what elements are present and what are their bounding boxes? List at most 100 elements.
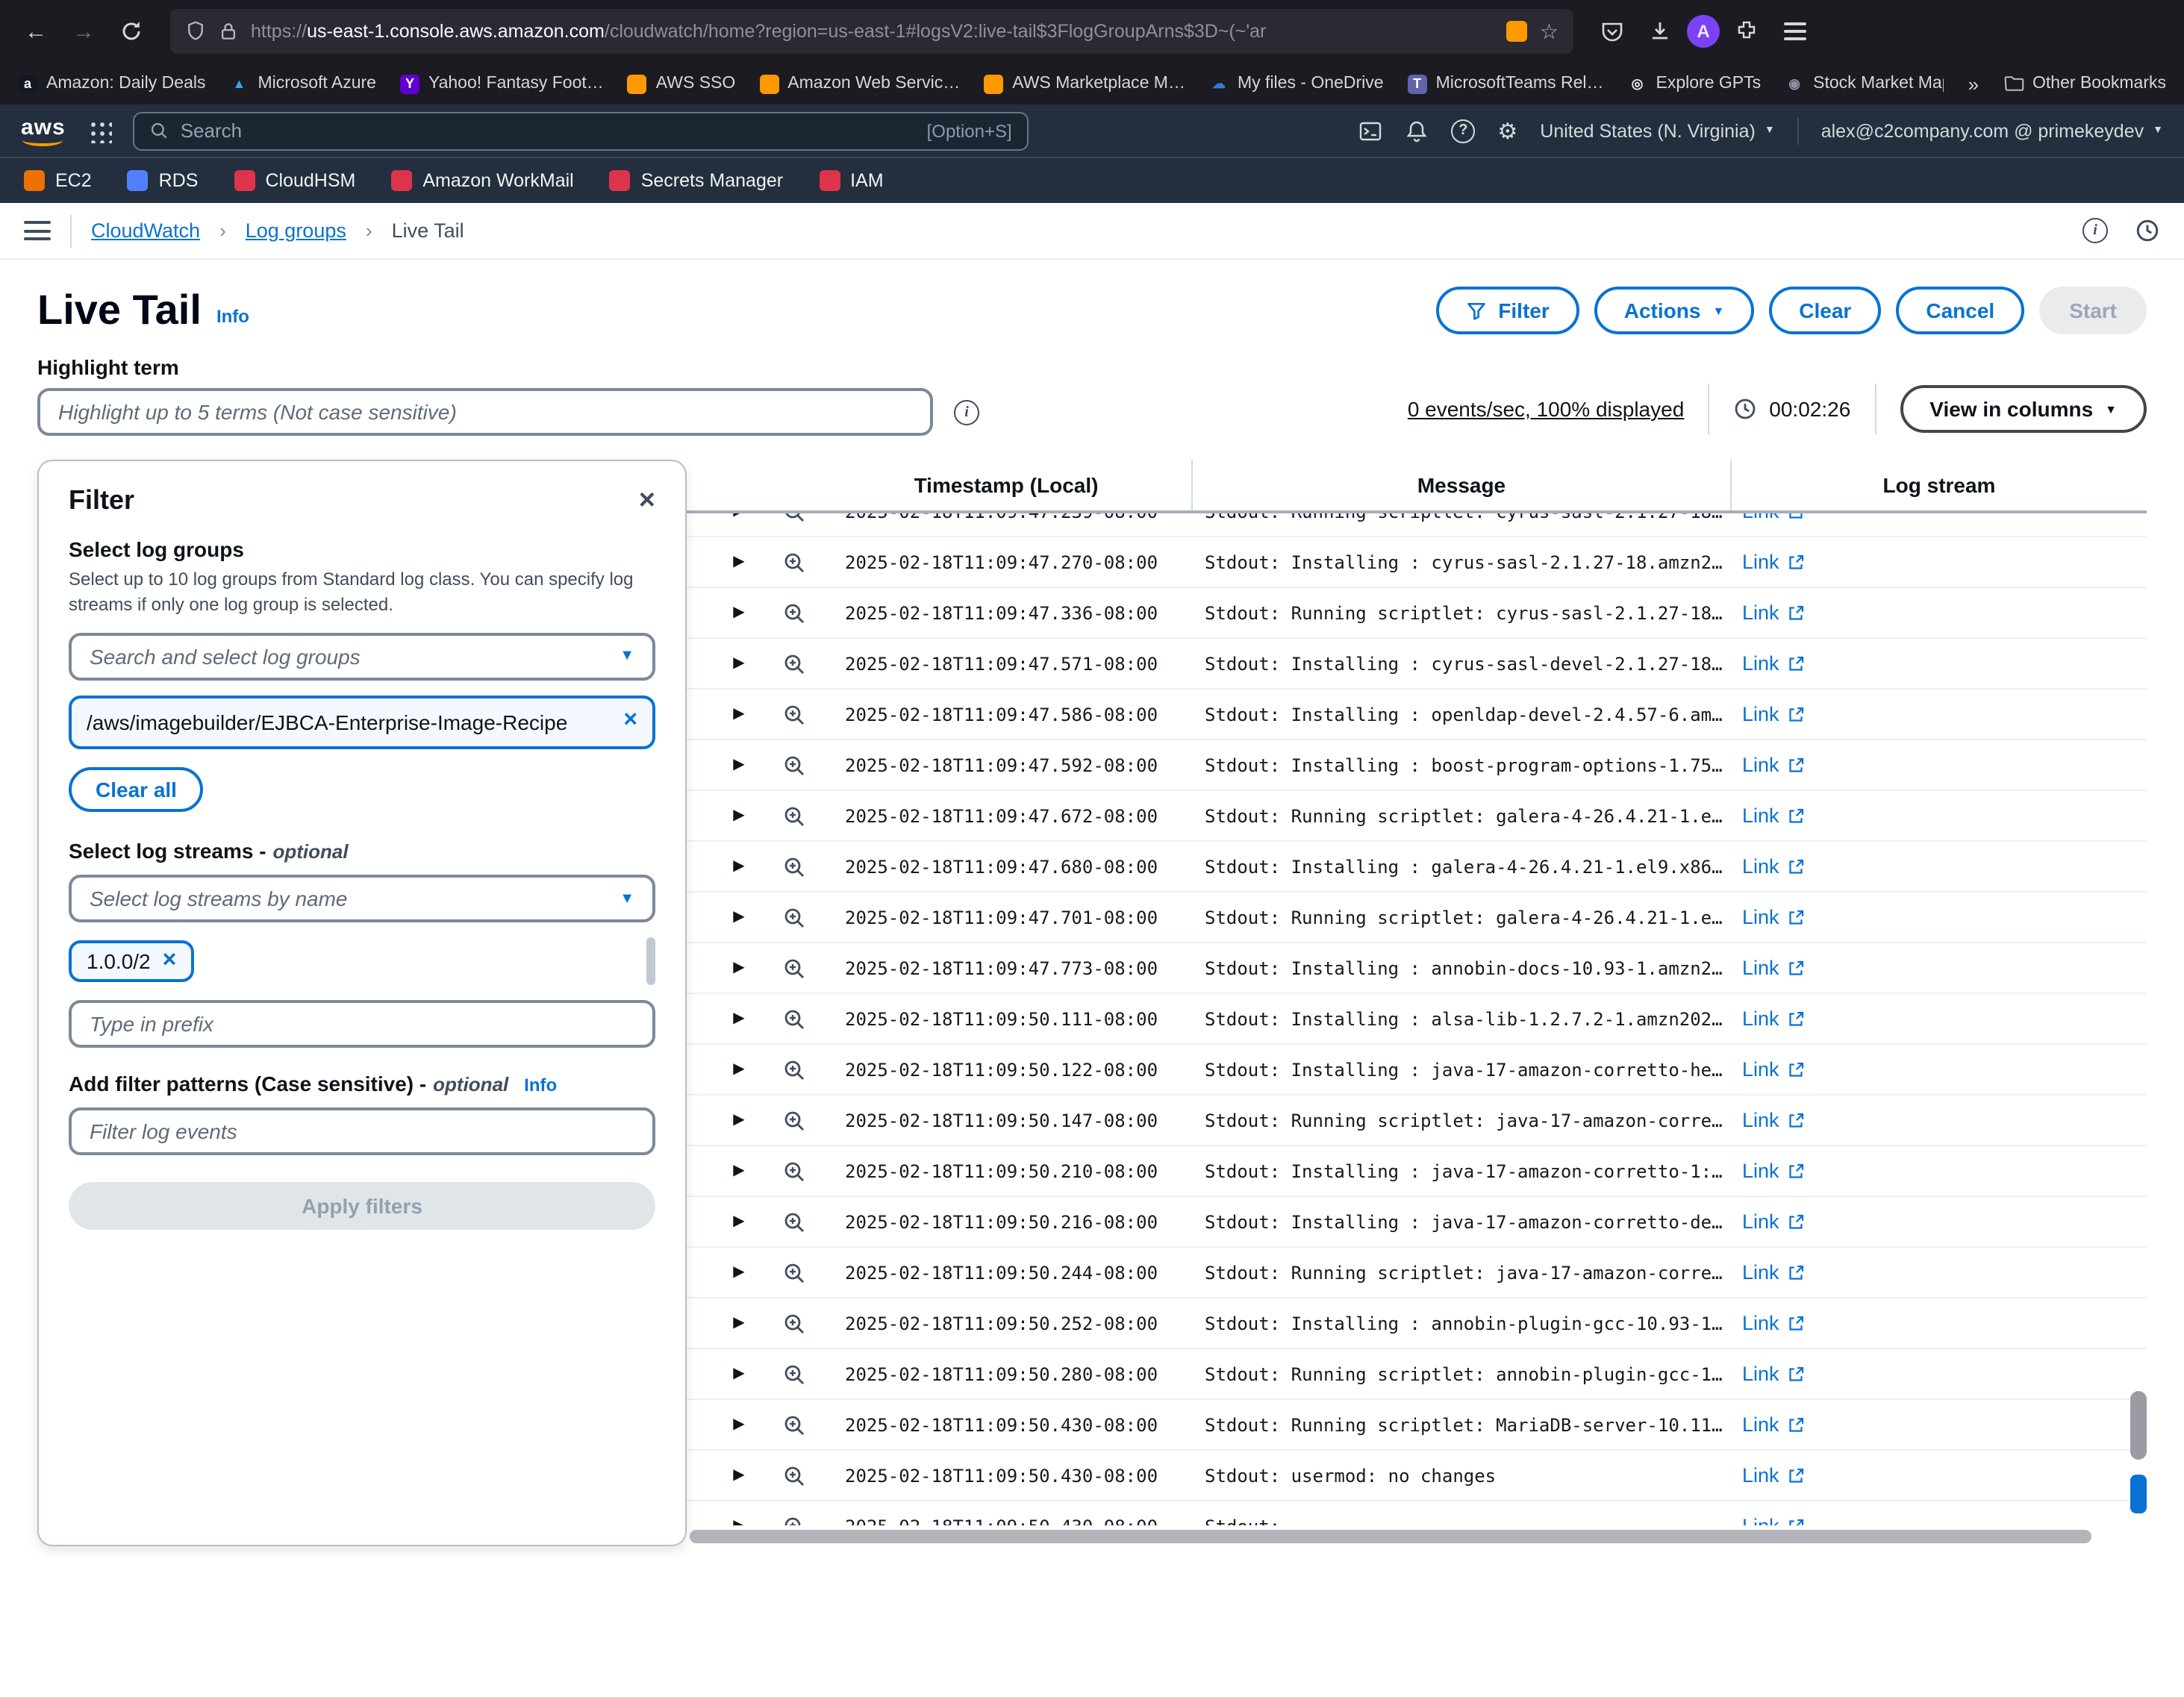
log-stream-link[interactable]: Link [1730,551,2147,573]
breadcrumb-cloudwatch[interactable]: CloudWatch [91,219,200,242]
expand-row-icon[interactable]: ▶ [733,1061,744,1078]
inspect-event-icon[interactable] [782,956,806,980]
bookmark-item[interactable]: ◎ Explore GPTs [1628,74,1762,93]
stream-prefix-input[interactable]: Type in prefix [69,1001,655,1048]
log-stream-link[interactable]: Link [1730,906,2147,928]
expand-row-icon[interactable]: ▶ [733,1213,744,1230]
log-stream-link[interactable]: Link [1730,703,2147,725]
expand-row-icon[interactable]: ▶ [733,960,744,976]
forward-button[interactable]: → [63,10,104,52]
log-stream-link[interactable]: Link [1730,804,2147,827]
notifications-bell-icon[interactable] [1405,119,1429,143]
inspect-event-icon[interactable] [782,1057,806,1081]
pocket-icon[interactable] [1591,10,1633,52]
timezone-clock-icon[interactable] [2135,218,2160,243]
expand-row-icon[interactable]: ▶ [733,1112,744,1128]
expand-row-icon[interactable]: ▶ [733,604,744,621]
remove-log-group-icon[interactable]: × [623,708,637,732]
inspect-event-icon[interactable] [782,513,806,523]
cancel-button[interactable]: Cancel [1896,287,2024,334]
services-grid-icon[interactable] [87,118,112,143]
favorites-item[interactable]: RDS [128,170,199,191]
filter-button[interactable]: Filter [1435,287,1579,334]
inspect-event-icon[interactable] [782,1413,806,1437]
scroll-to-latest-button[interactable] [2130,1475,2147,1513]
expand-row-icon[interactable]: ▶ [733,1366,744,1382]
log-stream-link[interactable]: Link [1730,1363,2147,1385]
help-icon[interactable]: ? [1451,119,1475,143]
chip-list-scrollbar[interactable] [646,938,655,986]
shield-icon[interactable] [185,21,206,42]
settings-gear-icon[interactable]: ⚙ [1497,117,1517,144]
breadcrumb-log-groups[interactable]: Log groups [246,219,346,242]
inspect-event-icon[interactable] [782,854,806,878]
highlight-term-input[interactable]: Highlight up to 5 terms (Not case sensit… [37,388,933,436]
reload-button[interactable] [110,10,152,52]
expand-row-icon[interactable]: ▶ [733,909,744,925]
back-button[interactable]: ← [15,10,57,52]
info-panel-icon[interactable]: i [2082,218,2108,243]
expand-row-icon[interactable]: ▶ [733,1163,744,1179]
close-icon[interactable]: × [639,487,655,515]
log-stream-link[interactable]: Link [1730,957,2147,979]
events-rate-stat[interactable]: 0 events/sec, 100% displayed [1408,397,1684,421]
favorites-item[interactable]: Amazon WorkMail [391,170,573,191]
bookmarks-overflow-icon[interactable]: » [1968,72,1979,95]
clear-button[interactable]: Clear [1769,287,1881,334]
log-stream-link[interactable]: Link [1730,1261,2147,1284]
log-stream-link[interactable]: Link [1730,1007,2147,1030]
bookmark-item[interactable]: Y Yahoo! Fantasy Foot… [400,74,604,93]
account-menu[interactable]: alex@c2company.com @ primekeydev ▼ [1821,120,2163,141]
expand-row-icon[interactable]: ▶ [733,1467,744,1484]
favorites-item[interactable]: EC2 [24,170,92,191]
inspect-event-icon[interactable] [782,601,806,625]
log-stream-link[interactable]: Link [1730,1312,2147,1334]
bookmark-item[interactable]: AWS SSO [628,74,736,93]
log-stream-link[interactable]: Link [1730,601,2147,624]
vertical-scrollbar[interactable] [2130,513,2147,1525]
side-nav-toggle-icon[interactable] [24,221,51,240]
expand-row-icon[interactable]: ▶ [733,1315,744,1331]
inspect-event-icon[interactable] [782,905,806,929]
title-info-link[interactable]: Info [216,306,249,327]
inspect-event-icon[interactable] [782,1210,806,1234]
filter-events-input[interactable]: Filter log events [69,1108,655,1156]
inspect-event-icon[interactable] [782,1159,806,1183]
expand-row-icon[interactable]: ▶ [733,1518,744,1525]
log-stream-link[interactable]: Link [1730,1413,2147,1436]
expand-row-icon[interactable]: ▶ [733,554,744,570]
expand-row-icon[interactable]: ▶ [733,807,744,824]
console-search-input[interactable]: Search [Option+S] [133,111,1029,150]
bookmark-item[interactable]: ▲ Microsoft Azure [229,74,376,93]
aws-logo[interactable]: aws [21,115,66,146]
expand-row-icon[interactable]: ▶ [733,1264,744,1281]
log-stream-link[interactable]: Link [1730,855,2147,878]
bookmark-item[interactable]: T MicrosoftTeams Rel… [1408,74,1604,93]
expand-row-icon[interactable]: ▶ [733,757,744,773]
expand-row-icon[interactable]: ▶ [733,706,744,722]
inspect-event-icon[interactable] [782,1463,806,1487]
highlight-info-icon[interactable]: i [954,399,979,425]
log-stream-link[interactable]: Link [1730,1210,2147,1233]
lock-icon[interactable] [218,21,239,42]
expand-row-icon[interactable]: ▶ [733,513,744,519]
log-groups-select[interactable]: Search and select log groups ▼ [69,632,655,680]
bookmark-item[interactable]: ☁ My files - OneDrive [1209,74,1384,93]
actions-button[interactable]: Actions ▼ [1594,287,1755,334]
bookmark-item[interactable]: AWS Marketplace M… [984,74,1185,93]
log-stream-link[interactable]: Link [1730,513,2147,522]
inspect-event-icon[interactable] [782,550,806,574]
inspect-event-icon[interactable] [782,1260,806,1284]
log-stream-link[interactable]: Link [1730,652,2147,675]
extensions-icon[interactable] [1726,10,1768,52]
url-bar[interactable]: https://us-east-1.console.aws.amazon.com… [170,9,1573,54]
log-stream-link[interactable]: Link [1730,1109,2147,1131]
bookmark-item[interactable]: ◉ Stock Market Map [1785,74,1944,93]
favorites-item[interactable]: CloudHSM [234,170,355,191]
log-stream-link[interactable]: Link [1730,1464,2147,1487]
horizontal-scrollbar-thumb[interactable] [690,1530,2091,1543]
bookmark-item[interactable]: a Amazon: Daily Deals [18,74,205,93]
menu-icon[interactable] [1773,10,1815,52]
clear-all-button[interactable]: Clear all [69,768,204,813]
profile-avatar[interactable]: A [1687,15,1720,48]
